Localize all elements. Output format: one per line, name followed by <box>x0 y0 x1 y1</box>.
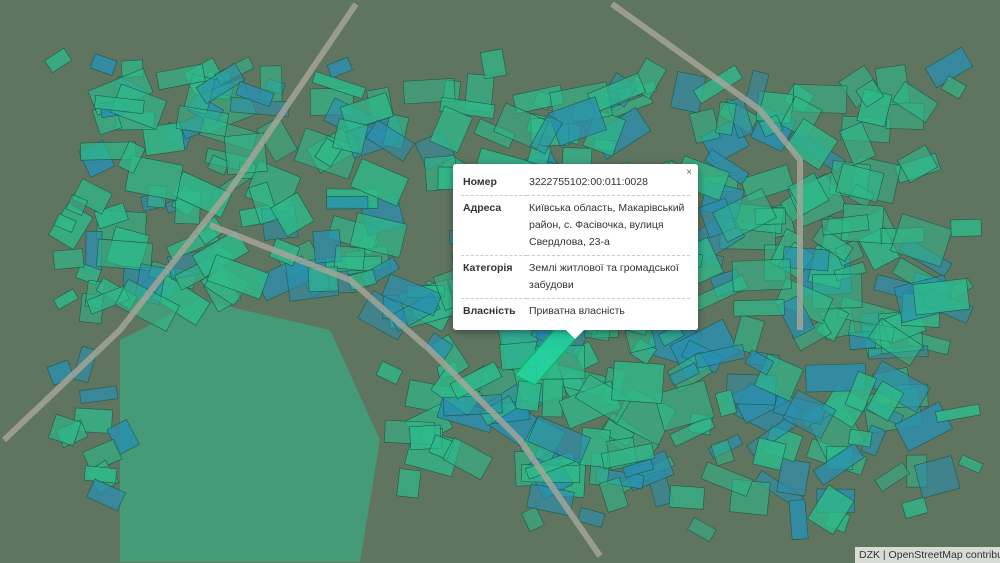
parcel[interactable] <box>847 428 873 448</box>
parcel[interactable] <box>912 278 971 316</box>
parcel[interactable] <box>514 380 542 412</box>
parcel[interactable] <box>46 359 75 386</box>
parcel[interactable] <box>44 47 73 74</box>
parcel[interactable] <box>958 454 984 474</box>
parcel[interactable] <box>332 118 369 155</box>
parcel[interactable] <box>688 107 721 144</box>
parcel[interactable] <box>396 468 422 499</box>
parcel[interactable] <box>79 385 119 404</box>
parcel[interactable] <box>83 465 118 484</box>
label-ownership: Власність <box>463 305 516 317</box>
row-category: Категорія Землі житлової та громадської з… <box>461 255 690 299</box>
parcel[interactable] <box>687 516 717 543</box>
parcel[interactable] <box>562 147 593 166</box>
parcel[interactable] <box>52 288 79 310</box>
parcel-info-popup: × Номер 3222755102:00:011:0028 Адреса Київ… <box>453 164 698 339</box>
close-icon[interactable]: × <box>686 167 692 178</box>
value-ownership: Приватна власність <box>529 305 625 317</box>
parcel[interactable] <box>788 499 809 541</box>
parcel[interactable] <box>935 403 981 423</box>
label-category: Категорія <box>461 255 527 299</box>
parcel[interactable] <box>874 462 910 492</box>
value-address: Київська область, Макарівський район, с.… <box>527 195 690 256</box>
parcel[interactable] <box>901 496 929 519</box>
parcel[interactable] <box>333 245 366 271</box>
row-ownership: Власність Приватна власність <box>461 299 690 325</box>
value-number: 3222755102:00:011:0028 <box>527 170 690 196</box>
parcel[interactable] <box>375 360 404 385</box>
parcel[interactable] <box>776 457 811 497</box>
parcel[interactable] <box>52 248 85 270</box>
parcel[interactable] <box>700 461 754 497</box>
parcel[interactable] <box>326 56 353 79</box>
label-address: Адреса <box>461 195 527 256</box>
label-number: Номер <box>461 170 527 196</box>
parcel[interactable] <box>950 218 982 237</box>
parcel[interactable] <box>890 213 953 268</box>
parcel[interactable] <box>521 506 545 533</box>
parcel[interactable] <box>668 485 705 510</box>
parcel[interactable] <box>611 360 665 404</box>
row-number: Номер 3222755102:00:011:0028 <box>461 170 690 196</box>
parcel[interactable] <box>326 195 369 210</box>
parcel[interactable] <box>89 53 118 76</box>
map-attribution[interactable]: DZK | OpenStreetMap contributors <box>855 547 1000 563</box>
parcel[interactable] <box>733 299 785 317</box>
parcel-info-table: Номер 3222755102:00:011:0028 Адреса Київсь… <box>461 170 690 324</box>
parcel[interactable] <box>541 378 564 418</box>
parcel[interactable] <box>731 258 792 292</box>
row-address: Адреса Київська область, Макарівський рай… <box>461 195 690 256</box>
parcel[interactable] <box>120 300 380 562</box>
value-category: Землі житлової та громадської забудови <box>527 255 690 299</box>
parcel[interactable] <box>479 48 507 80</box>
